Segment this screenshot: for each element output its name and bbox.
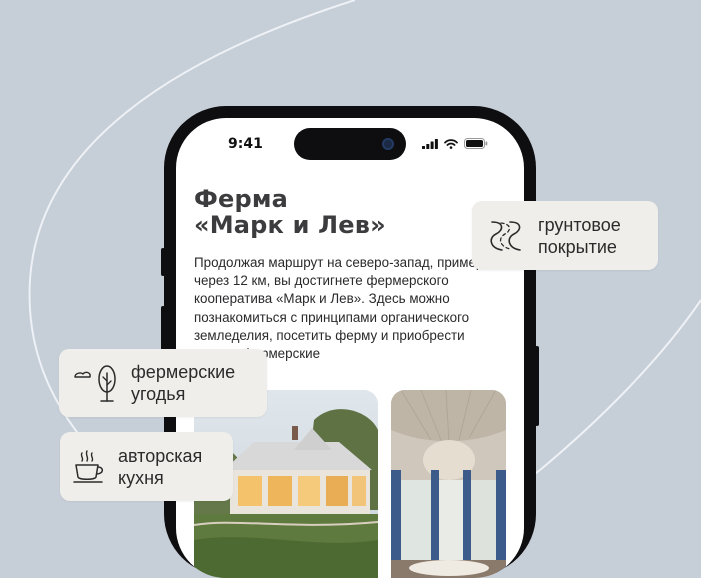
chip-road-surface: грунтовое покрытие xyxy=(472,201,658,270)
chip-author-kitchen: авторская кухня xyxy=(60,432,233,501)
coffee-cup-icon xyxy=(73,449,104,483)
status-time: 9:41 xyxy=(228,136,263,152)
restaurant-interior-image xyxy=(391,390,506,578)
chip-kitchen-line1: авторская xyxy=(118,445,203,466)
page-title: Ферма «Марк и Лев» xyxy=(194,186,514,238)
interior-photo[interactable] xyxy=(391,390,506,578)
cellular-signal-icon xyxy=(422,138,438,149)
chip-road-label: грунтовое покрытие xyxy=(538,214,621,258)
chip-farm-label: фермерские угодья xyxy=(131,361,235,405)
camera-icon xyxy=(382,138,394,150)
status-bar: 9:41 xyxy=(176,118,524,168)
wifi-icon xyxy=(444,138,458,149)
chip-road-line1: грунтовое xyxy=(538,214,621,235)
phone-screen: 9:41 Ферма «Марк и Лев» Продолжая маршру… xyxy=(176,118,524,578)
phone-power-button xyxy=(535,346,539,426)
title-line-2: «Марк и Лев» xyxy=(194,211,386,239)
winding-road-icon xyxy=(490,220,521,251)
description-text: Продолжая маршрут на северо-запад, приме… xyxy=(194,255,499,362)
phone-mockup: 9:41 Ферма «Марк и Лев» Продолжая маршру… xyxy=(161,106,539,578)
title-line-1: Ферма xyxy=(194,185,289,213)
chip-farm-line2: угодья xyxy=(131,384,186,404)
phone-side-button xyxy=(161,248,165,276)
chip-farmland: фермерские угодья xyxy=(59,349,267,417)
status-icons xyxy=(422,138,488,149)
chip-farm-line1: фермерские xyxy=(131,362,236,382)
dynamic-island xyxy=(294,128,406,160)
chip-kitchen-label: авторская кухня xyxy=(118,445,202,489)
chip-road-line2: покрытие xyxy=(538,236,617,257)
chip-kitchen-line2: кухня xyxy=(118,467,164,488)
battery-icon xyxy=(464,138,488,149)
tree-icon xyxy=(74,365,116,402)
